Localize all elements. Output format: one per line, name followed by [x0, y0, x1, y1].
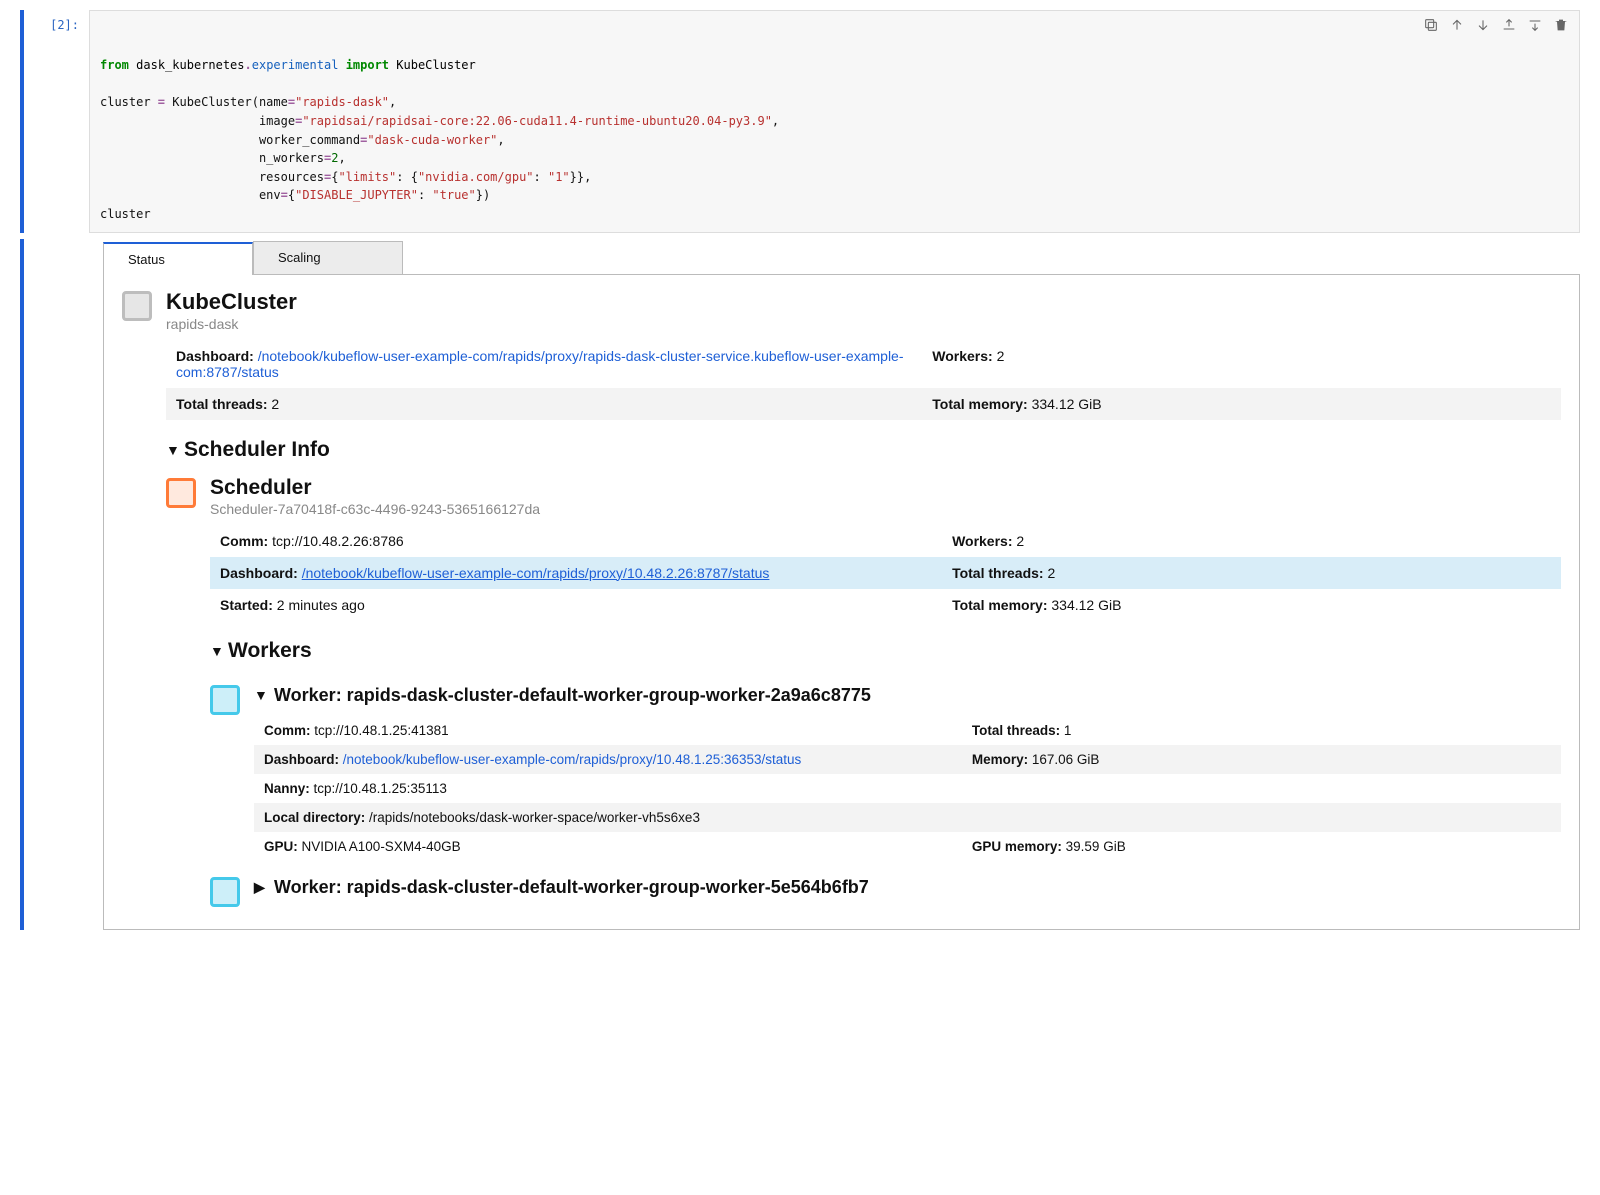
chevron-right-icon: ▶	[254, 879, 268, 896]
scheduler-dashboard-link[interactable]: /notebook/kubeflow-user-example-com/rapi…	[302, 565, 770, 581]
worker-info: Comm: tcp://10.48.1.25:41381 Total threa…	[254, 716, 1561, 861]
worker-status-icon	[210, 877, 240, 907]
scheduler-status-icon	[166, 478, 196, 508]
cell-toolbar	[1423, 17, 1569, 33]
threads-label: Total threads:	[176, 396, 268, 412]
threads-value: 2	[271, 396, 279, 412]
tab-scaling[interactable]: Scaling	[253, 241, 403, 274]
memory-label: Total memory:	[932, 396, 1027, 412]
worker-item: ▶ Worker: rapids-dask-cluster-default-wo…	[210, 875, 1561, 907]
cell-run-indicator	[20, 10, 24, 233]
chevron-down-icon: ▼	[254, 687, 268, 703]
worker-details: ▶ Worker: rapids-dask-cluster-default-wo…	[254, 875, 1561, 900]
scheduler-info-section: ▼ Scheduler Info Scheduler Scheduler-7a7…	[166, 438, 1561, 907]
started-label: Started:	[220, 597, 273, 613]
comm-value: tcp://10.48.2.26:8786	[272, 533, 404, 549]
worker-details: ▼ Worker: rapids-dask-cluster-default-wo…	[254, 683, 1561, 861]
workers-toggle[interactable]: ▼ Workers	[210, 639, 1561, 669]
delete-icon[interactable]	[1553, 17, 1569, 33]
status-panel: KubeCluster rapids-dask Dashboard: /note…	[103, 275, 1580, 930]
workers-value: 2	[997, 348, 1005, 364]
tab-status[interactable]: Status	[103, 242, 253, 275]
worker-item: ▼ Worker: rapids-dask-cluster-default-wo…	[210, 683, 1561, 861]
dashboard-label: Dashboard:	[176, 348, 254, 364]
insert-below-icon[interactable]	[1527, 17, 1543, 33]
worker-status-icon	[210, 685, 240, 715]
cell-prompt: [2]:	[34, 10, 89, 233]
move-up-icon[interactable]	[1449, 17, 1465, 33]
worker-toggle[interactable]: ▼ Worker: rapids-dask-cluster-default-wo…	[254, 683, 1561, 708]
cluster-status-icon	[122, 291, 152, 321]
kubecluster-info: Dashboard: /notebook/kubeflow-user-examp…	[166, 340, 1561, 420]
cluster-title: KubeCluster	[166, 289, 297, 315]
dashboard-link[interactable]: /notebook/kubeflow-user-example-com/rapi…	[176, 348, 904, 380]
chevron-down-icon: ▼	[210, 643, 224, 659]
scheduler-subtitle: Scheduler-7a70418f-c63c-4496-9243-536516…	[210, 501, 540, 517]
chevron-down-icon: ▼	[166, 442, 180, 458]
insert-above-icon[interactable]	[1501, 17, 1517, 33]
kubecluster-header: KubeCluster rapids-dask	[122, 289, 1561, 332]
code-cell: [2]: from dask_kubernetes.experimental i…	[20, 10, 1580, 233]
worker-toggle[interactable]: ▶ Worker: rapids-dask-cluster-default-wo…	[254, 875, 1561, 900]
output-gutter	[34, 239, 103, 930]
scheduler-title: Scheduler	[210, 476, 540, 500]
tabs: Status Scaling	[103, 241, 1580, 275]
copy-icon[interactable]	[1423, 17, 1439, 33]
memory-value: 334.12 GiB	[1032, 396, 1102, 412]
cell-run-indicator	[20, 239, 24, 930]
code-input[interactable]: from dask_kubernetes.experimental import…	[89, 10, 1580, 233]
move-down-icon[interactable]	[1475, 17, 1491, 33]
workers-section: ▼ Workers ▼ Worker: rapids-dask-cluster-	[210, 639, 1561, 907]
output-cell: Status Scaling KubeCluster rapids-dask D…	[20, 239, 1580, 930]
scheduler-info: Comm: tcp://10.48.2.26:8786 Workers: 2 D…	[210, 525, 1561, 621]
started-value: 2 minutes ago	[277, 597, 365, 613]
scheduler-header: Scheduler Scheduler-7a70418f-c63c-4496-9…	[166, 476, 1561, 517]
comm-label: Comm:	[220, 533, 268, 549]
workers-label: Workers:	[932, 348, 992, 364]
worker-dashboard-link[interactable]: /notebook/kubeflow-user-example-com/rapi…	[343, 752, 802, 767]
scheduler-info-toggle[interactable]: ▼ Scheduler Info	[166, 438, 1561, 468]
cluster-subtitle: rapids-dask	[166, 316, 297, 332]
